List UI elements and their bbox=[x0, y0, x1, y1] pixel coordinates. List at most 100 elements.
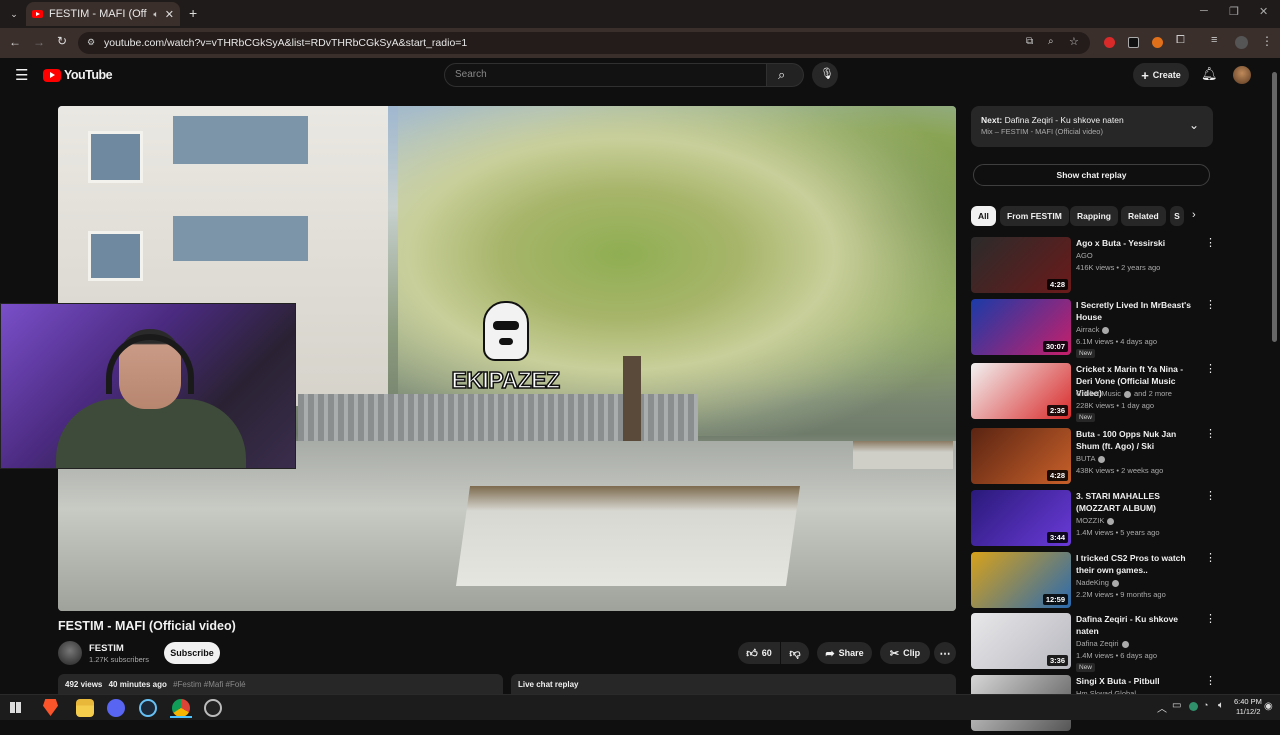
recommendation-channel[interactable]: Cricket Music bbox=[1076, 389, 1121, 398]
recommendation-channel[interactable]: Airrack bbox=[1076, 325, 1099, 334]
chip-rapping[interactable]: Rapping bbox=[1070, 206, 1118, 226]
chip-more[interactable]: S bbox=[1170, 206, 1184, 226]
profile-avatar-icon[interactable] bbox=[1235, 36, 1248, 49]
more-options-icon[interactable]: ⋮ bbox=[1205, 490, 1216, 502]
account-avatar[interactable] bbox=[1233, 66, 1251, 84]
search-input[interactable]: Search bbox=[444, 63, 767, 87]
windows-start-icon[interactable] bbox=[10, 702, 21, 713]
chips-next-arrow-icon[interactable]: › bbox=[1192, 209, 1196, 221]
dislike-button[interactable]: 👎︎ bbox=[781, 642, 809, 664]
clock-date[interactable]: 11/12/2 bbox=[1236, 707, 1260, 716]
window-restore-icon[interactable]: ❐ bbox=[1229, 5, 1239, 18]
more-options-icon[interactable]: ⋮ bbox=[1205, 428, 1216, 440]
recommendation-channel[interactable]: Dafina Zeqiri bbox=[1076, 639, 1119, 648]
youtube-logo[interactable]: YouTube bbox=[43, 68, 113, 82]
chip-from-festim[interactable]: From FESTIM bbox=[1000, 206, 1069, 226]
extensions-puzzle-icon[interactable]: ⧠ bbox=[1176, 34, 1185, 47]
subscribe-button[interactable]: Subscribe bbox=[164, 642, 220, 664]
discord-app-icon[interactable] bbox=[107, 699, 125, 717]
more-options-icon[interactable]: ⋮ bbox=[1205, 237, 1216, 249]
show-chat-replay-button[interactable]: Show chat replay bbox=[973, 164, 1210, 186]
window-close-icon[interactable]: ✕ bbox=[1259, 5, 1268, 18]
tab-list-chevron-icon[interactable]: ⌄ bbox=[6, 6, 22, 22]
video-thumbnail[interactable]: 4:28 bbox=[971, 428, 1071, 484]
recommendation-title[interactable]: Ago x Buta - Yessirski bbox=[1076, 237, 1201, 249]
forward-icon[interactable]: → bbox=[33, 35, 45, 49]
like-button[interactable]: 👍︎ 60 bbox=[738, 642, 780, 664]
chrome-icon[interactable] bbox=[172, 699, 190, 717]
video-thumbnail[interactable]: 3:36 bbox=[971, 613, 1071, 669]
share-button[interactable]: ➦ Share bbox=[817, 642, 872, 664]
browser-menu-icon[interactable]: ⋮ bbox=[1261, 34, 1273, 48]
recommendation-title[interactable]: 3. STARI MAHALLES (MOZZART ALBUM) bbox=[1076, 490, 1201, 514]
hashtags[interactable]: #Festim #Mafi #Folé bbox=[173, 680, 245, 689]
clip-button[interactable]: ✂ Clip bbox=[880, 642, 930, 664]
reload-icon[interactable]: ↻ bbox=[57, 34, 67, 48]
speaker-icon[interactable]: 🔈︎ bbox=[153, 9, 158, 20]
page-scrollbar[interactable] bbox=[1270, 64, 1278, 694]
recommendation-item[interactable]: 4:28 Buta - 100 Opps Nuk Jan Shum (ft. Ag… bbox=[971, 428, 1221, 488]
tray-overflow-icon[interactable]: ︿ bbox=[1157, 700, 1167, 715]
recommendation-channel[interactable]: NadeKing bbox=[1076, 578, 1109, 587]
video-thumbnail[interactable]: 12:59 bbox=[971, 552, 1071, 608]
obs-icon[interactable] bbox=[204, 699, 222, 717]
more-options-icon[interactable]: ⋮ bbox=[1205, 675, 1216, 687]
recommendation-item[interactable]: 3:36 Dafina Zeqiri - Ku shkove naten Dafin… bbox=[971, 613, 1221, 673]
video-thumbnail[interactable]: 3:44 bbox=[971, 490, 1071, 546]
video-thumbnail[interactable]: 30:07 bbox=[971, 299, 1071, 355]
notification-center-icon[interactable]: ◉ bbox=[1264, 701, 1273, 712]
more-options-icon[interactable]: ⋮ bbox=[1205, 552, 1216, 564]
extension-red-icon[interactable] bbox=[1104, 37, 1115, 48]
chip-all[interactable]: All bbox=[971, 206, 996, 226]
live-chat-replay-box[interactable]: Live chat replay bbox=[511, 674, 956, 696]
tray-display-icon[interactable]: ▭ bbox=[1172, 700, 1181, 711]
media-control-icon[interactable]: ≡ bbox=[1211, 34, 1217, 46]
tray-app-icon[interactable] bbox=[1189, 702, 1198, 711]
recommendation-title[interactable]: I Secretly Lived In MrBeast's House bbox=[1076, 299, 1201, 323]
recommendation-title[interactable]: Singi X Buta - Pitbull bbox=[1076, 675, 1201, 687]
description-box[interactable]: 492 views 40 minutes ago #Festim #Mafi #… bbox=[58, 674, 503, 696]
extension-box-icon[interactable] bbox=[1128, 37, 1139, 48]
search-button[interactable]: ⌕ bbox=[767, 63, 804, 87]
channel-avatar[interactable] bbox=[58, 641, 82, 665]
more-options-icon[interactable]: ⋮ bbox=[1205, 299, 1216, 311]
tab-close-icon[interactable]: ✕ bbox=[165, 8, 174, 21]
brave-browser-icon[interactable] bbox=[43, 699, 58, 716]
create-button[interactable]: + Create bbox=[1133, 63, 1189, 87]
recommendation-channel[interactable]: AGO bbox=[1076, 251, 1093, 260]
video-thumbnail[interactable]: 2:36 bbox=[971, 363, 1071, 419]
bookmark-star-icon[interactable]: ☆ bbox=[1069, 35, 1079, 48]
window-minimize-icon[interactable]: ─ bbox=[1200, 5, 1208, 17]
recommendation-item[interactable]: 30:07 I Secretly Lived In MrBeast's House… bbox=[971, 299, 1221, 359]
browser-tab[interactable]: FESTIM - MAFI (Official video) 🔈︎ ✕ bbox=[26, 2, 180, 26]
zoom-icon[interactable]: ⌕ bbox=[1048, 36, 1054, 47]
network-icon[interactable]: ◔ bbox=[1203, 700, 1208, 710]
install-app-icon[interactable]: ⧉ bbox=[1026, 36, 1033, 47]
volume-icon[interactable]: 🔈︎ bbox=[1218, 700, 1224, 711]
hamburger-menu-icon[interactable]: ☰ bbox=[15, 66, 28, 84]
recommendation-item[interactable]: 4:28 Ago x Buta - Yessirski AGO 416K views … bbox=[971, 237, 1221, 297]
recommendation-title[interactable]: Buta - 100 Opps Nuk Jan Shum (ft. Ago) /… bbox=[1076, 428, 1201, 452]
recommendation-title[interactable]: Dafina Zeqiri - Ku shkove naten bbox=[1076, 613, 1201, 637]
recommendation-item[interactable]: 3:44 3. STARI MAHALLES (MOZZART ALBUM) MOZ… bbox=[971, 490, 1221, 550]
site-info-icon[interactable]: ⚙ bbox=[87, 37, 95, 48]
recommendation-item[interactable]: 2:36 Cricket x Marin ft Ya Nina - Deri Vo… bbox=[971, 363, 1221, 423]
more-options-icon[interactable]: ⋮ bbox=[1205, 613, 1216, 625]
extension-orange-icon[interactable] bbox=[1152, 37, 1163, 48]
new-tab-icon[interactable]: + bbox=[189, 5, 197, 21]
file-explorer-icon[interactable] bbox=[76, 699, 94, 717]
more-actions-button[interactable]: ⋯ bbox=[934, 642, 956, 664]
clock-time[interactable]: 6:40 PM bbox=[1234, 697, 1262, 706]
chip-related[interactable]: Related bbox=[1121, 206, 1166, 226]
channel-name[interactable]: FESTIM bbox=[89, 643, 124, 654]
recommendation-item[interactable]: 12:59 I tricked CS2 Pros to watch their o… bbox=[971, 552, 1221, 612]
recommendation-channel[interactable]: MOZZIK bbox=[1076, 516, 1104, 525]
back-icon[interactable]: ← bbox=[9, 35, 21, 49]
recommendation-channel[interactable]: BUTA bbox=[1076, 454, 1095, 463]
steam-icon[interactable] bbox=[139, 699, 157, 717]
more-options-icon[interactable]: ⋮ bbox=[1205, 363, 1216, 375]
address-bar[interactable]: ⚙ youtube.com/watch?v=vTHRbCGkSyA&list=R… bbox=[78, 32, 1090, 54]
voice-search-button[interactable]: 🎙︎ bbox=[812, 62, 838, 88]
notifications-bell-icon[interactable]: 🔔︎ bbox=[1201, 66, 1218, 82]
recommendation-title[interactable]: I tricked CS2 Pros to watch their own ga… bbox=[1076, 552, 1201, 576]
